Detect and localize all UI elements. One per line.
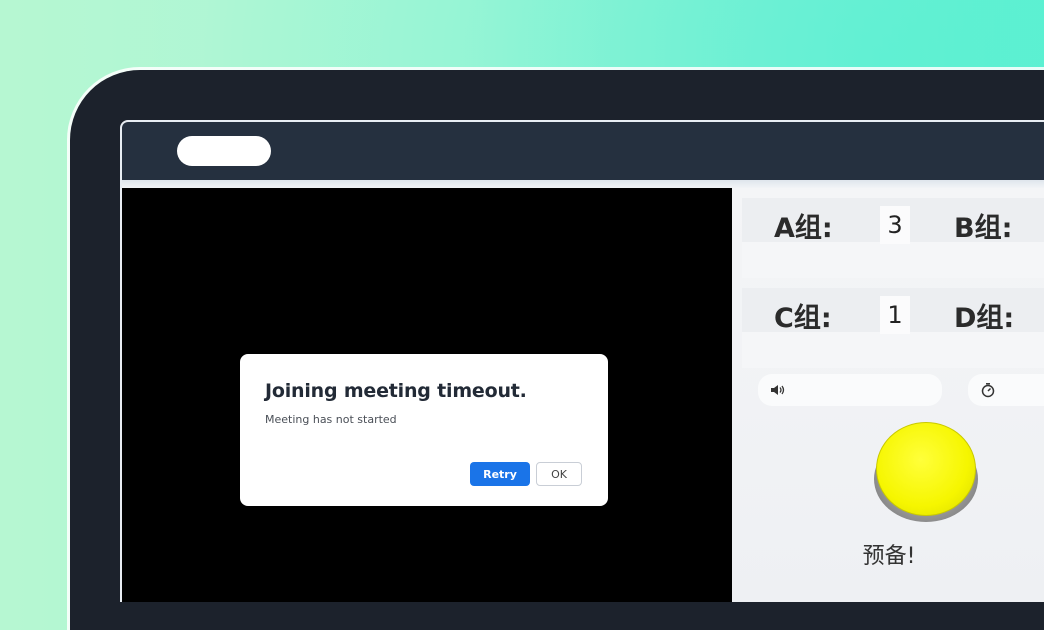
buzzer-cap [876,422,976,516]
buzzer-button[interactable] [872,422,982,532]
score-row-ab: A组: 3 B组: [742,198,1044,278]
buzzer-label: 预备! [862,544,916,569]
group-c-label: C组: [774,303,832,334]
group-a-label: A组: [774,213,833,244]
top-bar [122,122,1044,180]
score-row-cd: C组: 1 D组: [742,288,1044,368]
volume-control[interactable] [758,374,942,406]
group-d-label: D组: [954,303,1015,334]
top-bar-pill[interactable] [177,136,271,166]
timer-control[interactable] [968,374,1044,406]
app-window: Joining meeting timeout. Meeting has not… [120,120,1044,602]
group-c-score: 1 [880,296,910,334]
speaker-icon [771,385,785,395]
retry-button[interactable]: Retry [470,462,530,486]
top-bar-divider [122,180,1044,188]
ok-button[interactable]: OK [536,462,582,486]
group-b-label: B组: [954,213,1013,244]
video-area: Joining meeting timeout. Meeting has not… [122,188,732,602]
dialog-title: Joining meeting timeout. [265,380,527,402]
dialog-message: Meeting has not started [265,413,397,426]
group-a-score: 3 [880,206,910,244]
side-panel: A组: 3 B组: C组: 1 D组: 预备! [732,188,1044,602]
stopwatch-icon [981,383,995,398]
timeout-dialog: Joining meeting timeout. Meeting has not… [240,354,608,506]
